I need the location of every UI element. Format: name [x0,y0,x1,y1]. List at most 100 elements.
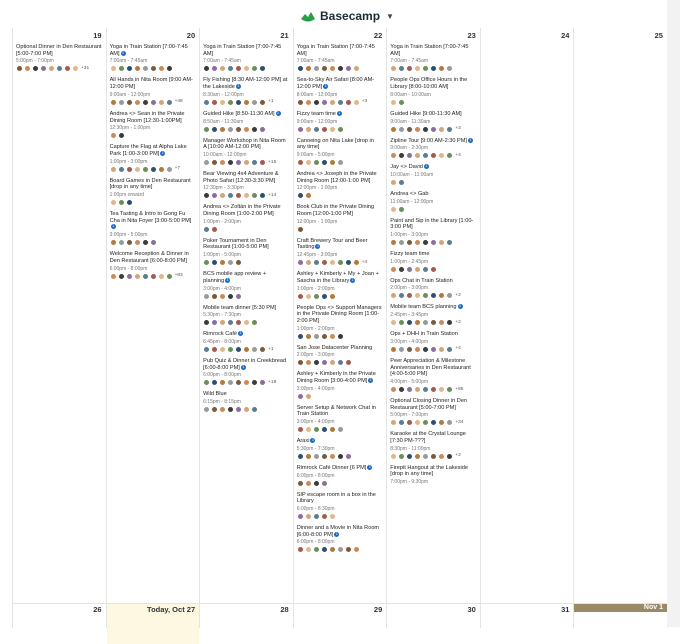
avatar[interactable] [72,65,79,73]
avatar[interactable] [312,98,320,106]
calendar-event[interactable]: Yoga in Train Station [7:00-7:45 AM] 7:00… [296,44,383,73]
avatar[interactable] [304,65,312,73]
avatar[interactable] [203,158,211,166]
avatar[interactable] [446,385,454,393]
avatar[interactable] [336,98,344,106]
avatar[interactable] [149,239,157,247]
more-attendees-count[interactable]: +2 [455,293,460,299]
avatar[interactable] [235,406,243,414]
avatar[interactable] [109,98,117,106]
calendar-event[interactable]: Canoeing on Nita Lake [drop in any time]… [296,138,383,166]
day-number[interactable]: Nov 1 [573,604,663,611]
avatar[interactable] [219,98,227,106]
avatar[interactable] [243,158,251,166]
avatar[interactable] [48,65,55,73]
avatar[interactable] [296,512,304,520]
avatar[interactable] [398,292,406,300]
avatar[interactable] [251,406,259,414]
avatar[interactable] [125,272,133,280]
avatar[interactable] [430,452,438,460]
avatar[interactable] [312,292,320,300]
calendar-event[interactable]: Craft Brewery Tour and Beer Tasting 1 12:4… [296,238,383,267]
calendar-event[interactable]: Andrea <> Zoltán in the Private Dining R… [203,204,289,233]
avatar[interactable] [336,158,344,166]
avatar[interactable] [438,385,446,393]
avatar[interactable] [296,452,304,460]
calendar-event[interactable]: Yoga in Train Station [7:00-7:45 AM] 7:00… [203,44,289,73]
day-number[interactable]: 30 [386,605,475,614]
avatar[interactable] [312,426,320,434]
avatar[interactable] [243,406,251,414]
avatar[interactable] [328,359,336,367]
avatar[interactable] [235,379,243,387]
avatar[interactable] [406,345,414,353]
avatar[interactable] [320,426,328,434]
avatar[interactable] [227,406,235,414]
avatar[interactable] [312,332,320,340]
avatar[interactable] [251,192,259,200]
avatar[interactable] [227,379,235,387]
avatar[interactable] [109,272,117,280]
avatar[interactable] [328,332,336,340]
avatar[interactable] [336,359,344,367]
calendar-event[interactable]: Paint and Sip in the Library [1:00-3:00 … [390,218,476,247]
avatar[interactable] [141,239,149,247]
avatar[interactable] [406,319,414,327]
avatar[interactable] [422,152,430,160]
avatar[interactable] [430,385,438,393]
avatar[interactable] [243,65,251,73]
avatar[interactable] [328,452,336,460]
avatar[interactable] [406,65,414,73]
avatar[interactable] [320,546,328,554]
avatar[interactable] [251,319,259,327]
calendar-event[interactable]: SIP escape room in a box in the Library 6… [296,492,383,520]
avatar[interactable] [251,379,259,387]
avatar[interactable] [304,125,312,133]
avatar[interactable] [211,259,219,267]
day-number[interactable]: 28 [199,605,288,614]
avatar[interactable] [390,319,398,327]
avatar[interactable] [406,152,414,160]
calendar-event[interactable]: BCS mobile app review + planning 1 3:00pm … [203,271,289,300]
avatar[interactable] [133,98,141,106]
calendar-event[interactable]: Peer Appreciation & Milestone Anniversar… [390,358,476,393]
avatar[interactable] [406,239,414,247]
avatar[interactable] [296,292,304,300]
calendar-event[interactable]: Manager Workshop in Nita Room A [10:00 A… [203,138,289,166]
avatar[interactable] [422,265,430,273]
avatar[interactable] [352,65,360,73]
avatar[interactable] [304,359,312,367]
today-label[interactable]: Today, Oct 27 [106,605,195,614]
avatar[interactable] [296,546,304,554]
avatar[interactable] [296,392,304,400]
avatar[interactable] [336,259,344,267]
avatar[interactable] [203,192,211,200]
calendar-event[interactable]: Dinner and a Movie in Nita Room [6:00-8:… [296,525,383,554]
avatar[interactable] [203,225,211,233]
avatar[interactable] [304,192,312,200]
avatar[interactable] [227,319,235,327]
avatar[interactable] [211,65,219,73]
avatar[interactable] [211,406,219,414]
calendar-event[interactable]: Yoga in Train Station [7:00-7:45 AM] 1 7:0… [109,44,196,73]
avatar[interactable] [422,319,430,327]
avatar[interactable] [243,192,251,200]
calendar-event[interactable]: Guided Hike [8:50-11:30 AM] 1 8:50am - 11:… [203,111,289,133]
avatar[interactable] [125,98,133,106]
avatar[interactable] [211,345,219,353]
avatar[interactable] [165,65,173,73]
avatar[interactable] [304,98,312,106]
avatar[interactable] [414,125,422,133]
day-number[interactable]: 21 [199,31,288,40]
avatar[interactable] [203,125,211,133]
avatar[interactable] [211,125,219,133]
avatar[interactable] [438,319,446,327]
avatar[interactable] [235,345,243,353]
avatar[interactable] [117,98,125,106]
avatar[interactable] [117,239,125,247]
avatar[interactable] [296,359,304,367]
avatar[interactable] [243,379,251,387]
avatar[interactable] [446,319,454,327]
more-attendees-count[interactable]: +4 [455,346,460,352]
avatar[interactable] [235,292,243,300]
